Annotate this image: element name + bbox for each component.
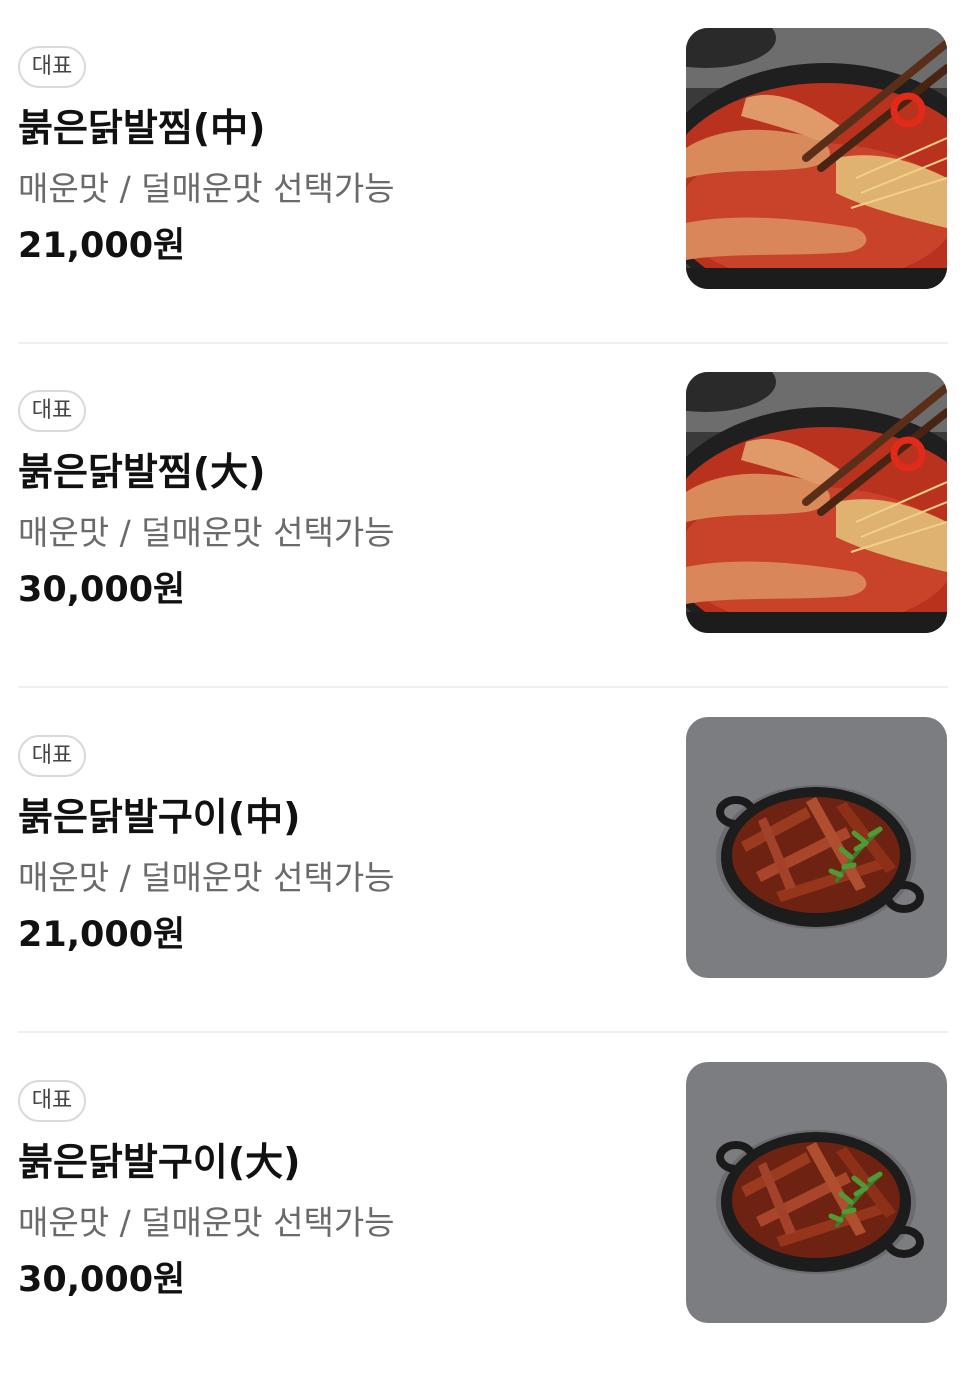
menu-item-description: 매운맛 / 덜매운맛 선택가능 [18,858,395,897]
stew-photo-icon [686,372,947,633]
menu-item-name: 붉은닭발찜(中) [18,106,266,150]
menu-item-image[interactable] [686,372,947,633]
menu-item-image[interactable] [686,1062,947,1323]
divider [18,686,948,688]
menu-item-description: 매운맛 / 덜매운맛 선택가능 [18,1203,395,1242]
menu-item[interactable]: 대표 붉은닭발찜(中) 매운맛 / 덜매운맛 선택가능 21,000원 [0,0,966,344]
divider [18,1031,948,1033]
signature-badge: 대표 [18,735,86,777]
menu-item-name: 붉은닭발구이(中) [18,795,301,839]
signature-badge: 대표 [18,390,86,432]
signature-badge: 대표 [18,46,86,88]
stew-photo-icon [686,28,947,289]
menu-item-price: 30,000원 [18,570,186,610]
menu-item-image[interactable] [686,28,947,289]
menu-item[interactable]: 대표 붉은닭발구이(中) 매운맛 / 덜매운맛 선택가능 21,000원 [0,689,966,1033]
grilled-photo-icon [686,717,947,978]
grilled-photo-icon [686,1062,947,1323]
menu-item-price: 21,000원 [18,915,186,955]
menu-item-price: 30,000원 [18,1260,186,1300]
menu-item-image[interactable] [686,717,947,978]
menu-item-name: 붉은닭발찜(大) [18,450,266,494]
menu-item[interactable]: 대표 붉은닭발구이(大) 매운맛 / 덜매운맛 선택가능 30,000원 [0,1034,966,1378]
menu-item[interactable]: 대표 붉은닭발찜(大) 매운맛 / 덜매운맛 선택가능 30,000원 [0,344,966,688]
menu-item-description: 매운맛 / 덜매운맛 선택가능 [18,513,395,552]
signature-badge: 대표 [18,1080,86,1122]
menu-item-name: 붉은닭발구이(大) [18,1140,301,1184]
menu-item-description: 매운맛 / 덜매운맛 선택가능 [18,169,395,208]
menu-item-price: 21,000원 [18,226,186,266]
